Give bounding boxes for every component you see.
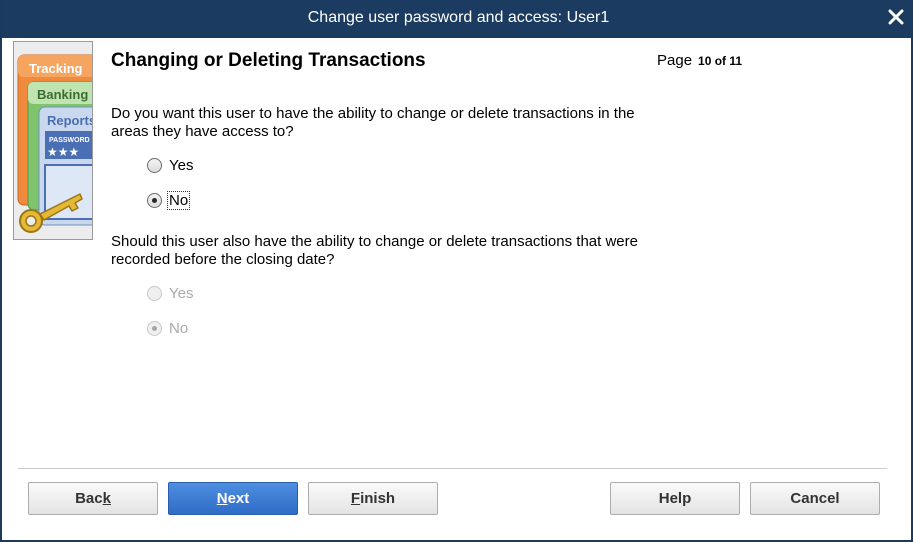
next-label-mnemonic: N bbox=[216, 490, 228, 507]
q2-yes-label: Yes bbox=[169, 284, 194, 302]
wizard-illustration: Tracking Banking Reports PASSWORD ★★★ bbox=[13, 41, 93, 240]
q2-yes-radio bbox=[147, 285, 162, 301]
back-label-mnemonic: k bbox=[102, 490, 111, 507]
question-closing-date: Should this user also have the ability t… bbox=[111, 233, 638, 268]
password-stars: ★★★ bbox=[47, 145, 79, 159]
page-indicator: Page 10 of 11 bbox=[657, 52, 742, 69]
q1-yes-option[interactable]: Yes bbox=[147, 155, 194, 175]
q1-yes-radio[interactable] bbox=[147, 157, 162, 173]
title-bar: Change user password and access: User1 bbox=[2, 0, 913, 38]
q1-no-radio[interactable] bbox=[147, 192, 162, 208]
help-button[interactable]: Help bbox=[610, 482, 740, 515]
next-label-post: ext bbox=[227, 490, 250, 507]
card-reports-label: Reports bbox=[47, 113, 93, 128]
finish-label-mnemonic: F bbox=[350, 490, 361, 507]
dialog-window: Change user password and access: User1 T… bbox=[0, 0, 913, 542]
q2-no-radio bbox=[147, 320, 162, 336]
finish-label-post: inish bbox=[360, 490, 396, 507]
password-caption: PASSWORD bbox=[49, 137, 90, 144]
q2-yes-option: Yes bbox=[147, 283, 194, 303]
access-cards-illustration: Tracking Banking Reports PASSWORD ★★★ bbox=[17, 54, 93, 233]
q1-yes-label[interactable]: Yes bbox=[168, 157, 194, 174]
q1-no-label[interactable]: No bbox=[166, 190, 191, 210]
page-number: 10 of 11 bbox=[698, 54, 743, 68]
page-label: Page bbox=[657, 52, 693, 69]
card-banking-label: Banking bbox=[37, 87, 88, 102]
window-title: Change user password and access: User1 bbox=[307, 9, 610, 26]
close-icon[interactable] bbox=[887, 8, 905, 26]
question-change-delete: Do you want this user to have the abilit… bbox=[111, 105, 635, 140]
back-button[interactable]: Bac k bbox=[28, 482, 158, 515]
back-label-pre: Bac bbox=[75, 490, 103, 507]
finish-button[interactable]: Finish bbox=[308, 482, 438, 515]
q2-no-label: No bbox=[169, 319, 189, 337]
q1-no-option[interactable]: No bbox=[147, 190, 191, 210]
footer-divider bbox=[18, 468, 887, 470]
q2-no-option: No bbox=[147, 318, 189, 338]
cancel-button[interactable]: Cancel bbox=[750, 482, 880, 515]
card-tracking-label: Tracking bbox=[29, 61, 83, 76]
page-heading: Changing or Deleting Transactions bbox=[111, 50, 426, 71]
next-button[interactable]: Next bbox=[168, 482, 298, 515]
